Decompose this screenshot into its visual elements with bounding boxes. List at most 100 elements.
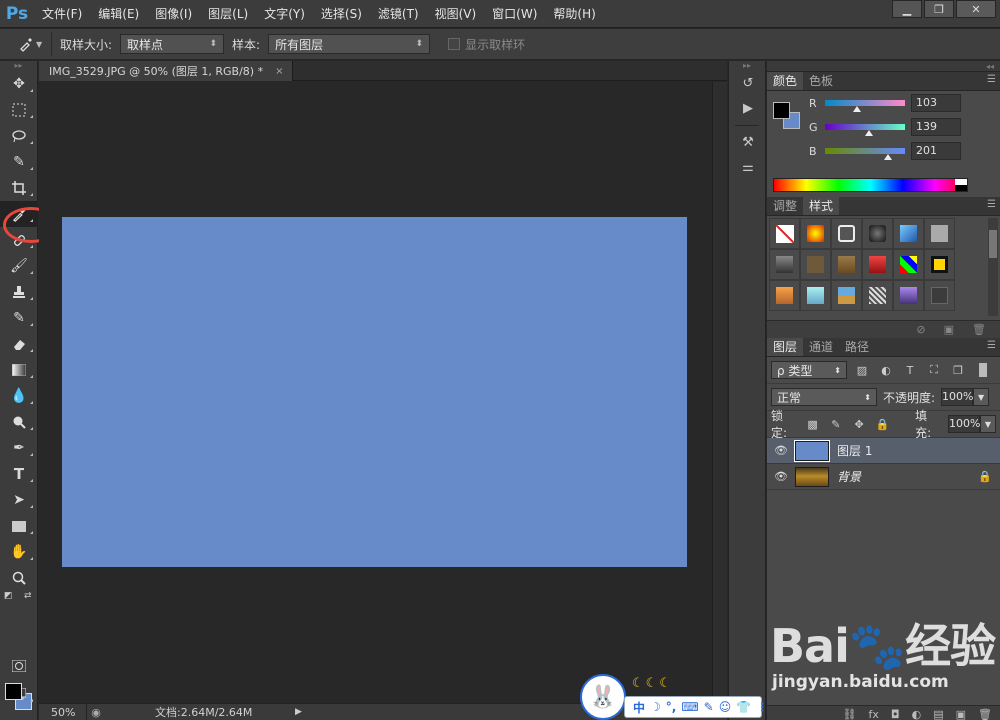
history-brush-tool-icon[interactable]: ✎ (0, 305, 38, 331)
document-tab[interactable]: IMG_3529.JPG @ 50% (图层 1, RGB/8) * × (39, 61, 293, 81)
tab-color[interactable]: 颜色 (767, 72, 804, 90)
panel-grip[interactable]: ◂◂ (767, 61, 1000, 72)
tab-channels[interactable]: 通道 (803, 338, 839, 356)
panel-menu-icon[interactable]: ☰ (987, 340, 996, 351)
blur-tool-icon[interactable]: 💧 (0, 383, 38, 409)
healing-brush-tool-icon[interactable] (0, 227, 38, 253)
dodge-tool-icon[interactable] (0, 409, 38, 435)
menu-image[interactable]: 图像(I) (147, 0, 200, 28)
restore-button[interactable]: ❐ (924, 0, 954, 18)
brush-tool-icon[interactable]: 🖌 (0, 253, 38, 279)
brush-presets-icon[interactable]: ⚒ (729, 130, 767, 155)
move-tool-icon[interactable]: ✥ (0, 71, 38, 97)
filter-shape-icon[interactable]: ⛶ (925, 363, 943, 377)
blue-slider-thumb[interactable] (884, 154, 893, 160)
adjustment-layer-icon[interactable]: ◐ (912, 708, 922, 720)
red-value-field[interactable]: 103 (911, 94, 961, 112)
add-mask-icon[interactable]: ◘ (891, 708, 900, 720)
layer-row-background[interactable]: 👁 背景 🔒 (767, 464, 1000, 490)
style-swatch[interactable] (862, 249, 893, 280)
blue-slider[interactable] (825, 148, 905, 160)
filter-pixel-icon[interactable]: ▨ (853, 364, 871, 377)
checkbox-box[interactable] (448, 38, 461, 50)
filter-adjustment-icon[interactable]: ◐ (877, 364, 895, 377)
green-value-field[interactable]: 139 (911, 118, 961, 136)
rectangle-tool-icon[interactable] (0, 513, 38, 539)
ime-emoji-icon[interactable]: ☺ (719, 700, 732, 714)
new-layer-icon[interactable]: ▣ (956, 708, 966, 720)
quick-selection-tool-icon[interactable]: ✎ (0, 149, 38, 175)
vertical-scrollbar[interactable] (712, 82, 727, 703)
ime-language-toggle[interactable]: 中 (633, 699, 645, 716)
styles-scrollbar[interactable] (988, 218, 998, 316)
lock-transparent-icon[interactable]: ▩ (804, 418, 821, 431)
ime-more-icon[interactable]: ⋮ (756, 700, 768, 714)
red-slider-thumb[interactable] (853, 106, 862, 112)
style-swatch[interactable] (893, 218, 924, 249)
ime-tools-icon[interactable]: ✎ (704, 700, 714, 714)
red-slider[interactable] (825, 100, 905, 112)
history-panel-icon[interactable]: ↺ (729, 71, 767, 96)
fill-dropdown-icon[interactable]: ▼ (980, 415, 996, 433)
ime-avatar-icon[interactable]: 🐰 (580, 674, 626, 720)
tab-styles[interactable]: 样式 (803, 197, 840, 215)
style-swatch[interactable] (769, 280, 800, 311)
show-sampling-ring-checkbox[interactable]: 显示取样环 (448, 36, 525, 53)
color-panel-foreground-swatch[interactable] (773, 102, 790, 119)
tab-paths[interactable]: 路径 (839, 338, 875, 356)
layer-filter-select[interactable]: ρ 类型 ⬍ (771, 361, 847, 379)
tool-preset-picker[interactable]: ▼ (8, 32, 52, 56)
panel-grip[interactable]: ▸▸ (0, 61, 37, 71)
lock-all-icon[interactable]: 🔒 (874, 418, 891, 431)
zoom-tool-icon[interactable] (0, 565, 38, 591)
tab-swatches[interactable]: 色板 (803, 72, 839, 90)
layer-row-layer1[interactable]: 👁 图层 1 (767, 438, 1000, 464)
filter-smart-object-icon[interactable]: ❐ (949, 364, 967, 377)
foreground-color-swatch[interactable] (5, 683, 22, 700)
black-white-ramp[interactable] (955, 179, 967, 191)
style-none-swatch[interactable] (769, 218, 800, 249)
minimize-button[interactable]: ▁ (892, 0, 922, 18)
eye-icon[interactable]: 👁 (767, 444, 795, 457)
delete-layer-icon[interactable]: 🗑 (978, 708, 992, 720)
style-swatch[interactable] (831, 218, 862, 249)
lock-image-icon[interactable]: ✎ (827, 418, 844, 431)
menu-view[interactable]: 视图(V) (427, 0, 485, 28)
menu-edit[interactable]: 编辑(E) (90, 0, 147, 28)
swap-colors-icon[interactable]: ⇄ (24, 591, 32, 601)
status-menu-arrow-icon[interactable]: ▶ (295, 707, 302, 717)
panel-menu-icon[interactable]: ☰ (987, 199, 996, 210)
delete-style-icon[interactable]: 🗑 (972, 323, 986, 336)
sample-select[interactable]: 所有图层 ⬍ (268, 34, 431, 54)
ime-moon-icon[interactable]: ☽ (650, 700, 661, 714)
default-colors-icon[interactable]: ◩ (4, 591, 13, 601)
tab-layers[interactable]: 图层 (767, 338, 804, 356)
opacity-dropdown-icon[interactable]: ▼ (973, 388, 990, 406)
pen-tool-icon[interactable]: ✒ (0, 435, 38, 461)
green-slider-thumb[interactable] (864, 130, 873, 136)
style-swatch[interactable] (893, 249, 924, 280)
style-swatch[interactable] (924, 280, 955, 311)
type-tool-icon[interactable]: T (0, 461, 38, 487)
actions-panel-icon[interactable]: ▶ (729, 96, 767, 121)
canvas-area[interactable] (39, 82, 712, 703)
eye-icon[interactable]: 👁 (767, 470, 795, 483)
close-button[interactable]: ✕ (956, 0, 996, 18)
sample-size-select[interactable]: 取样点 ⬍ (120, 34, 225, 54)
style-swatch[interactable] (769, 249, 800, 280)
green-slider[interactable] (825, 124, 905, 136)
menu-layer[interactable]: 图层(L) (200, 0, 256, 28)
eyedropper-tool-icon[interactable] (0, 201, 38, 227)
tab-adjustments[interactable]: 调整 (767, 197, 803, 215)
menu-type[interactable]: 文字(Y) (256, 0, 313, 28)
eraser-tool-icon[interactable] (0, 331, 38, 357)
marquee-tool-icon[interactable] (0, 97, 38, 123)
ime-skin-icon[interactable]: 👕 (736, 700, 751, 714)
style-swatch[interactable] (800, 280, 831, 311)
style-swatch[interactable] (800, 218, 831, 249)
style-swatch[interactable] (831, 280, 862, 311)
menu-filter[interactable]: 滤镜(T) (370, 0, 427, 28)
stamp-tool-icon[interactable] (0, 279, 38, 305)
filter-type-icon[interactable]: T (901, 364, 919, 377)
gradient-tool-icon[interactable] (0, 357, 38, 383)
